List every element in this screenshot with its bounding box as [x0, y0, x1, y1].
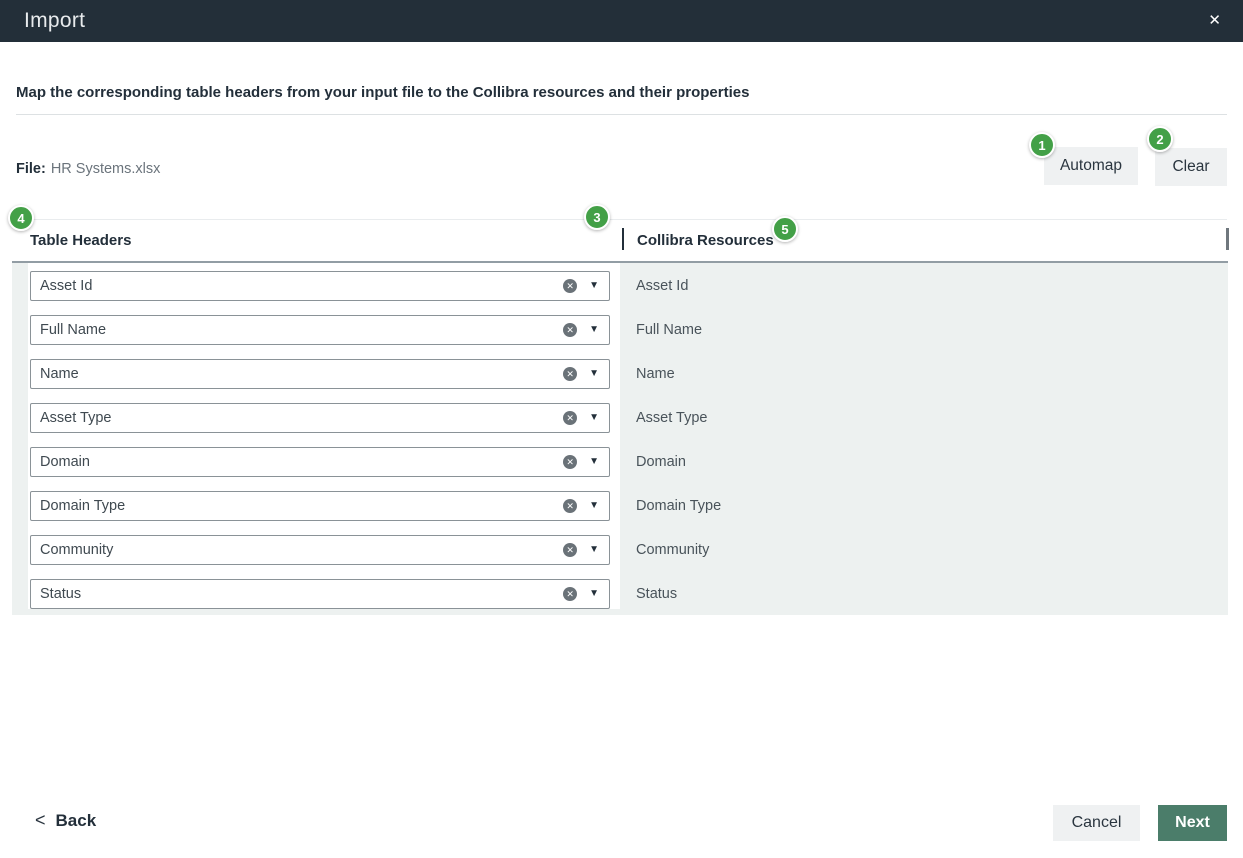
header-dropdown[interactable]: Name ✕ ▼: [30, 359, 610, 389]
header-dropdown[interactable]: Status ✕ ▼: [30, 579, 610, 609]
step-badge-5: 5: [772, 216, 798, 242]
back-label: Back: [56, 811, 97, 831]
resource-item: Asset Type: [636, 403, 1228, 433]
header-dropdown[interactable]: Domain ✕ ▼: [30, 447, 610, 477]
header-dropdown[interactable]: Asset Type ✕ ▼: [30, 403, 610, 433]
dropdown-value: Name: [40, 366, 563, 382]
column-divider-bar: [622, 228, 624, 250]
step-badge-2: 2: [1147, 126, 1173, 152]
file-name: HR Systems.xlsx: [51, 161, 161, 177]
caret-down-icon: ▼: [589, 281, 599, 291]
resource-item: Community: [636, 535, 1228, 565]
automap-button[interactable]: Automap: [1044, 147, 1138, 185]
dropdown-value: Status: [40, 586, 563, 602]
back-button[interactable]: < Back: [35, 810, 96, 831]
collibra-resources-column: Asset Id Full Name Name Asset Type Domai…: [620, 263, 1228, 623]
dropdown-value: Domain: [40, 454, 563, 470]
cancel-button[interactable]: Cancel: [1053, 805, 1140, 841]
clear-value-icon[interactable]: ✕: [563, 323, 577, 337]
instruction-text: Map the corresponding table headers from…: [16, 84, 749, 101]
mapping-area: Asset Id ✕ ▼ Full Name ✕ ▼ Name ✕ ▼ Asse…: [12, 261, 1228, 615]
clear-button[interactable]: Clear: [1155, 148, 1227, 186]
resource-item: Full Name: [636, 315, 1228, 345]
resource-item: Domain: [636, 447, 1228, 477]
resource-item: Status: [636, 579, 1228, 609]
resource-item: Name: [636, 359, 1228, 389]
clear-value-icon[interactable]: ✕: [563, 587, 577, 601]
column-resize-bar: [1226, 228, 1229, 250]
step-badge-1: 1: [1029, 132, 1055, 158]
caret-down-icon: ▼: [589, 501, 599, 511]
next-button[interactable]: Next: [1158, 805, 1227, 841]
dropdown-value: Community: [40, 542, 563, 558]
table-headers-column: Asset Id ✕ ▼ Full Name ✕ ▼ Name ✕ ▼ Asse…: [28, 263, 620, 609]
header-dropdown[interactable]: Full Name ✕ ▼: [30, 315, 610, 345]
file-label: File:: [16, 161, 46, 177]
dropdown-value: Full Name: [40, 322, 563, 338]
dialog-title: Import: [24, 9, 85, 33]
caret-down-icon: ▼: [589, 545, 599, 555]
step-badge-3: 3: [584, 204, 610, 230]
horizontal-divider: [16, 219, 1227, 220]
titlebar: Import: [0, 0, 1243, 42]
dropdown-value: Asset Id: [40, 278, 563, 294]
header-dropdown[interactable]: Community ✕ ▼: [30, 535, 610, 565]
dropdown-value: Asset Type: [40, 410, 563, 426]
caret-down-icon: ▼: [589, 369, 599, 379]
caret-down-icon: ▼: [589, 457, 599, 467]
import-dialog: Import ✕ Map the corresponding table hea…: [0, 0, 1243, 858]
clear-value-icon[interactable]: ✕: [563, 499, 577, 513]
clear-value-icon[interactable]: ✕: [563, 455, 577, 469]
step-badge-4: 4: [8, 205, 34, 231]
clear-value-icon[interactable]: ✕: [563, 367, 577, 381]
resource-item: Asset Id: [636, 271, 1228, 301]
collibra-resources-heading: Collibra Resources: [637, 232, 774, 249]
clear-value-icon[interactable]: ✕: [563, 411, 577, 425]
clear-value-icon[interactable]: ✕: [563, 543, 577, 557]
chevron-left-icon: <: [35, 810, 46, 831]
caret-down-icon: ▼: [589, 325, 599, 335]
header-dropdown[interactable]: Domain Type ✕ ▼: [30, 491, 610, 521]
dropdown-value: Domain Type: [40, 498, 563, 514]
clear-value-icon[interactable]: ✕: [563, 279, 577, 293]
header-dropdown[interactable]: Asset Id ✕ ▼: [30, 271, 610, 301]
caret-down-icon: ▼: [589, 413, 599, 423]
file-line: File: HR Systems.xlsx: [16, 161, 160, 177]
table-headers-heading: Table Headers: [30, 232, 131, 249]
resource-item: Domain Type: [636, 491, 1228, 521]
close-icon[interactable]: ✕: [1208, 11, 1221, 31]
horizontal-divider: [16, 114, 1227, 115]
caret-down-icon: ▼: [589, 589, 599, 599]
